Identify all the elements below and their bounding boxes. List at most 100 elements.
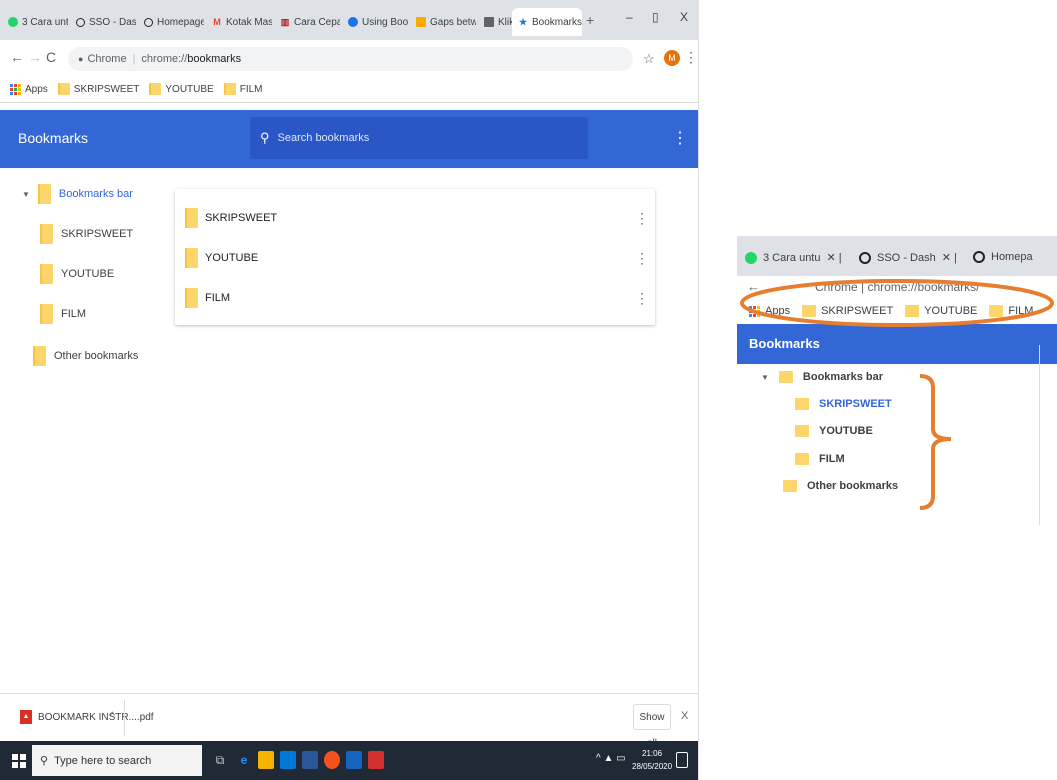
apps-icon [10,83,21,95]
forward-icon[interactable]: → [28,49,42,65]
tab-label: Kotak Masu [226,16,272,28]
new-tab-button[interactable]: + [586,12,594,28]
list-item[interactable]: FILM ⋮ [175,279,655,317]
chrome-icon[interactable] [324,751,340,769]
info-icon[interactable]: ● [78,54,83,64]
more-options-icon[interactable]: ⋮ [635,250,649,267]
bookmark-skripsweet[interactable]: SKRIPSWEET [57,83,139,95]
folder-icon [33,346,46,366]
acrobat-icon[interactable] [368,751,384,769]
window-close-button[interactable]: X [680,10,688,24]
tree-item-youtube[interactable]: YOUTUBE [40,264,114,284]
taskbar-clock[interactable]: 21:06 28/05/2020 [632,747,672,773]
gmail-icon: M [213,17,221,27]
list-item-label: FILM [205,292,231,304]
star-icon: ★ [518,17,528,27]
globe-icon [348,17,358,27]
tab-using-book[interactable]: Using Book x [342,8,408,36]
bookmark-youtube[interactable]: YOUTUBE [149,83,214,95]
bookmarks-menu-icon[interactable]: ⋮ [672,128,688,148]
download-shelf: ▲ BOOKMARK INSTR....pdf ^ Show all X [0,693,698,749]
list-item[interactable]: SKRIPSWEET ⋮ [175,199,655,237]
tree-item-bookmarks-bar[interactable]: ▼ Bookmarks bar [22,184,133,204]
list-item[interactable]: YOUTUBE ⋮ [175,239,655,277]
apps-shortcut[interactable]: Apps [10,83,48,95]
edge-icon[interactable]: e [236,751,252,769]
word-icon[interactable] [302,751,318,769]
tab-homepage[interactable]: Homepage x [138,8,204,36]
folder-icon [40,264,53,284]
sso-icon [76,17,85,27]
task-view-icon[interactable]: ⧉ [212,751,228,769]
pdf-icon: ▲ [20,710,32,724]
tree-label: YOUTUBE [61,268,115,280]
reload-icon[interactable]: C [46,49,56,65]
download-item[interactable]: BOOKMARK INSTR....pdf [38,712,154,723]
folder-icon [149,83,162,95]
folder-icon [223,83,236,95]
tab-gaps[interactable]: Gaps betw x [410,8,476,36]
tab-sso[interactable]: SSO - Dash x [70,8,136,36]
omnibox-separator: | [132,53,136,65]
tree-item-skripsweet[interactable]: SKRIPSWEET [40,224,133,244]
annotation-bracket [919,374,952,510]
chrome-menu-icon[interactable]: ⋮ [684,49,698,66]
tree-label: Other bookmarks [54,350,139,362]
close-shelf-button[interactable]: X [681,710,688,722]
bookmark-star-icon[interactable]: ☆ [643,51,655,67]
search-icon: ⚲ [40,755,49,767]
system-tray-icons[interactable]: ^ ▲ ▭ [596,753,626,764]
more-options-icon[interactable]: ⋮ [635,210,649,227]
caret-down-icon[interactable]: ▼ [22,190,30,199]
tab-strip: 3 Cara untu x SSO - Dash x Homepage x M … [0,0,698,40]
omnibox-path: bookmarks [187,53,242,65]
folder-icon [185,248,198,268]
download-caret-icon[interactable]: ^ [110,711,115,722]
omnibox-path-prefix: chrome:// [141,53,188,65]
tab-label: Homepage [157,16,204,28]
tree-item-other-bookmarks[interactable]: Other bookmarks [33,346,138,366]
minimize-button[interactable]: – [626,10,633,24]
omnibox-site: Chrome [87,53,127,65]
taskbar-search[interactable]: ⚲ Type here to search [32,745,202,776]
image-icon [484,17,494,27]
whatsapp-icon [8,17,18,27]
homepage-icon [144,17,153,27]
tab-label: Bookmarks [532,16,582,28]
more-options-icon[interactable]: ⋮ [635,290,649,307]
store-icon[interactable] [280,751,296,769]
back-icon[interactable]: ← [10,49,24,65]
avatar[interactable]: M [664,50,680,66]
clock-time: 21:06 [642,749,663,758]
windows-start-icon[interactable] [12,754,26,768]
annotation-overlay [740,279,1054,510]
tree-label: FILM [61,308,87,320]
divider [124,700,125,736]
clock-date: 28/05/2020 [632,762,673,771]
tree-item-film[interactable]: FILM [40,304,86,324]
tab-whatsapp[interactable]: 3 Cara untu x [2,8,68,36]
tab-cara-cepat[interactable]: ▥ Cara Cepat x [274,8,340,36]
show-all-button[interactable]: Show all [633,704,671,749]
notification-icon[interactable] [676,752,688,768]
bookmark-label: YOUTUBE [165,83,214,95]
search-input[interactable]: ⚲ Search bookmarks [250,117,588,159]
annotation-ellipse [740,279,1054,327]
address-bar[interactable]: ● Chrome | chrome:// bookmarks [68,47,633,71]
tab-bookmarks[interactable]: ★ Bookmarks x [512,8,582,36]
tab-label: Cara Cepat [294,16,340,28]
tab-label: Using Book [362,16,408,28]
tab-gmail[interactable]: M Kotak Masu x [206,8,272,36]
trello-icon: ▥ [280,17,290,27]
folder-icon [57,83,70,95]
document-icon [416,17,426,27]
browser-window: 3 Cara untu x SSO - Dash x Homepage x M … [0,0,699,780]
file-explorer-icon[interactable] [258,751,274,769]
restore-button[interactable]: ▯ [652,10,659,24]
bookmark-label: FILM [239,83,263,95]
outlook-icon[interactable] [346,751,362,769]
bookmark-film[interactable]: FILM [223,83,263,95]
folder-icon [40,224,53,244]
bookmark-list: SKRIPSWEET ⋮ YOUTUBE ⋮ FILM ⋮ [175,189,655,325]
taskbar-search-placeholder: Type here to search [54,754,152,767]
